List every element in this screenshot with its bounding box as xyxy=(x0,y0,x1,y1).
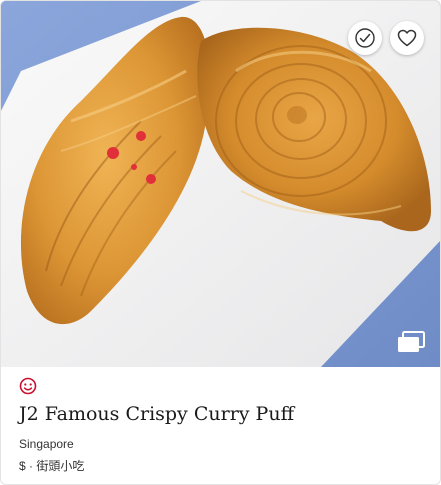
save-favorite-button[interactable] xyxy=(390,21,424,55)
restaurant-info: J2 Famous Crispy Curry Puff Singapore $ … xyxy=(1,367,440,474)
restaurant-name[interactable]: J2 Famous Crispy Curry Puff xyxy=(19,403,422,425)
check-circle-icon xyxy=(355,28,375,48)
restaurant-card[interactable]: J2 Famous Crispy Curry Puff Singapore $ … xyxy=(0,0,441,485)
price-level: $ xyxy=(19,459,26,473)
restaurant-location: Singapore xyxy=(19,437,74,451)
restaurant-photo[interactable] xyxy=(1,1,440,367)
meta-separator: · xyxy=(29,459,34,473)
curry-puff-image xyxy=(1,1,440,367)
gallery-icon[interactable] xyxy=(397,331,425,353)
bib-gourmand-icon xyxy=(19,377,37,395)
price-and-cuisine: $ · 街頭小吃 xyxy=(19,457,422,474)
heart-icon xyxy=(397,29,417,47)
mark-visited-button[interactable] xyxy=(348,21,382,55)
cuisine-type: 街頭小吃 xyxy=(36,459,85,473)
